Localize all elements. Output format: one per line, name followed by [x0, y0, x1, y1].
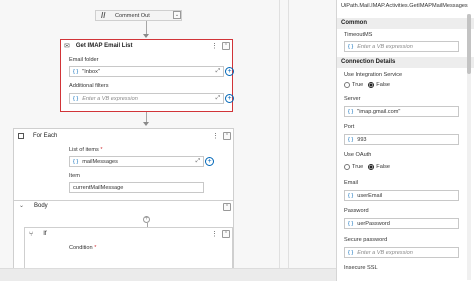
- use-oauth-radio-group: True False: [344, 164, 390, 170]
- secure-password-field[interactable]: { } Enter a VB expression: [344, 247, 459, 258]
- canvas-guide-line: [288, 0, 289, 268]
- vb-expression-icon: { }: [348, 108, 354, 115]
- common-section-header[interactable]: Common: [337, 18, 474, 29]
- mail-icon: ✉: [64, 43, 70, 50]
- use-oauth-false-radio[interactable]: [368, 164, 375, 170]
- if-title: If: [43, 231, 47, 237]
- properties-panel: UiPath.Mail.IMAP.Activities.GetIMAPMailM…: [336, 0, 474, 281]
- vb-expression-icon: { }: [348, 192, 354, 199]
- plus-icon[interactable]: +: [205, 157, 214, 166]
- properties-title: UiPath.Mail.IMAP.Activities.GetIMAPMailM…: [341, 3, 468, 9]
- for-each-title: For Each: [33, 133, 58, 139]
- vb-expression-icon: { }: [73, 95, 79, 102]
- comment-out-activity[interactable]: // Comment Out: [95, 10, 182, 21]
- item-field[interactable]: currentMailMessage: [69, 182, 204, 193]
- use-integration-radio-group: True False: [344, 82, 390, 88]
- collapse-icon[interactable]: ⌃: [222, 230, 230, 238]
- comment-out-label: Comment Out: [115, 13, 150, 19]
- kebab-menu-icon[interactable]: ⋮: [211, 231, 218, 238]
- vb-expression-icon: { }: [348, 136, 354, 143]
- use-integration-false-label: False: [376, 82, 390, 88]
- for-each-activity[interactable]: For Each ⋮ ⌃ List of items * { } mailMes…: [13, 128, 234, 271]
- use-oauth-false-label: False: [376, 164, 390, 170]
- kebab-menu-icon[interactable]: ⋮: [211, 43, 218, 50]
- connector-arrow: [143, 34, 149, 38]
- body-chevron-icon[interactable]: ⌄: [19, 202, 24, 209]
- email-label: Email: [344, 180, 358, 186]
- secure-password-placeholder: Enter a VB expression: [357, 249, 413, 256]
- email-folder-value: "Inbox": [82, 68, 100, 75]
- plus-icon[interactable]: +: [225, 94, 234, 103]
- connector-arrow: [143, 122, 149, 126]
- canvas-guide-line: [279, 0, 280, 268]
- insecure-ssl-label: Insecure SSL: [344, 265, 378, 271]
- vb-expression-icon: { }: [348, 220, 354, 227]
- additional-filters-field[interactable]: { } Enter a VB expression ⤢: [69, 93, 224, 104]
- kebab-menu-icon[interactable]: ⋮: [212, 133, 219, 140]
- secure-password-label: Secure password: [344, 237, 388, 243]
- password-field[interactable]: { } uerPassword: [344, 218, 459, 229]
- list-of-items-label: List of items *: [69, 147, 103, 153]
- port-value: 993: [357, 136, 367, 143]
- get-imap-title: Get IMAP Email List: [75, 43, 133, 49]
- get-imap-activity[interactable]: ✉ Get IMAP Email List ⋮ ⌃ Email folder {…: [60, 39, 234, 112]
- item-label: Item: [69, 173, 80, 179]
- vb-expression-icon: { }: [348, 43, 354, 50]
- drag-handle-icon[interactable]: //: [101, 11, 105, 20]
- expand-editor-icon[interactable]: ⤢: [196, 158, 200, 165]
- connector-line: [146, 21, 147, 35]
- password-label: Password: [344, 208, 369, 214]
- use-oauth-true-radio[interactable]: [344, 164, 350, 170]
- condition-label: Condition *: [69, 245, 96, 251]
- collapse-icon[interactable]: ⌃: [223, 132, 231, 140]
- port-label: Port: [344, 124, 355, 130]
- if-branch-icon: ⑂: [29, 230, 34, 238]
- additional-filters-placeholder: Enter a VB expression: [82, 95, 138, 102]
- additional-filters-label: Additional filters: [69, 83, 109, 89]
- list-of-items-text: List of items: [69, 147, 99, 153]
- for-each-icon: [18, 133, 24, 139]
- server-field[interactable]: { } "imap.gmail.com": [344, 106, 459, 117]
- canvas-status-bar: [0, 268, 336, 281]
- server-value: "imap.gmail.com": [357, 108, 401, 115]
- item-value: currentMailMessage: [73, 184, 124, 191]
- plus-icon[interactable]: +: [225, 67, 234, 76]
- expand-editor-icon[interactable]: ⤢: [216, 95, 220, 102]
- condition-text: Condition: [69, 245, 93, 251]
- vb-expression-icon: { }: [73, 158, 79, 165]
- list-of-items-value: mailMessages: [82, 158, 118, 165]
- timeout-label: TimeoutMS: [344, 32, 373, 38]
- body-title: Body: [34, 203, 48, 209]
- list-of-items-field[interactable]: { } mailMessages ⤢: [69, 156, 204, 167]
- use-integration-true-radio[interactable]: [344, 82, 350, 88]
- use-integration-true-label: True: [352, 82, 364, 88]
- password-value: uerPassword: [357, 220, 390, 227]
- required-mark: *: [100, 147, 103, 153]
- vb-expression-icon: { }: [348, 249, 354, 256]
- required-mark: *: [94, 245, 97, 251]
- server-label: Server: [344, 96, 361, 102]
- use-oauth-label: Use OAuth: [344, 152, 372, 158]
- port-field[interactable]: { } 993: [344, 134, 459, 145]
- comment-collapse-icon[interactable]: ⌄: [173, 11, 181, 19]
- email-value: userEmail: [357, 192, 383, 199]
- timeout-field[interactable]: { } Enter a VB expression: [344, 41, 459, 52]
- email-field[interactable]: { } userEmail: [344, 190, 459, 201]
- expand-editor-icon[interactable]: ⤢: [216, 68, 220, 75]
- use-integration-label: Use Integration Service: [344, 72, 403, 78]
- add-activity-icon[interactable]: +: [143, 216, 150, 223]
- collapse-icon[interactable]: ⌃: [222, 42, 230, 50]
- if-activity[interactable]: ⑂ If ⋮ ⌃ Condition *: [24, 227, 233, 271]
- email-folder-label: Email folder: [69, 57, 99, 63]
- vb-expression-icon: { }: [73, 68, 79, 75]
- connection-section-header[interactable]: Connection Details: [337, 57, 474, 68]
- use-oauth-true-label: True: [352, 164, 364, 170]
- email-folder-field[interactable]: { } "Inbox" ⤢: [69, 66, 224, 77]
- use-integration-false-radio[interactable]: [368, 82, 375, 88]
- timeout-placeholder: Enter a VB expression: [357, 43, 413, 50]
- properties-scrollbar-thumb[interactable]: [467, 14, 471, 74]
- collapse-icon[interactable]: ⌃: [223, 203, 231, 211]
